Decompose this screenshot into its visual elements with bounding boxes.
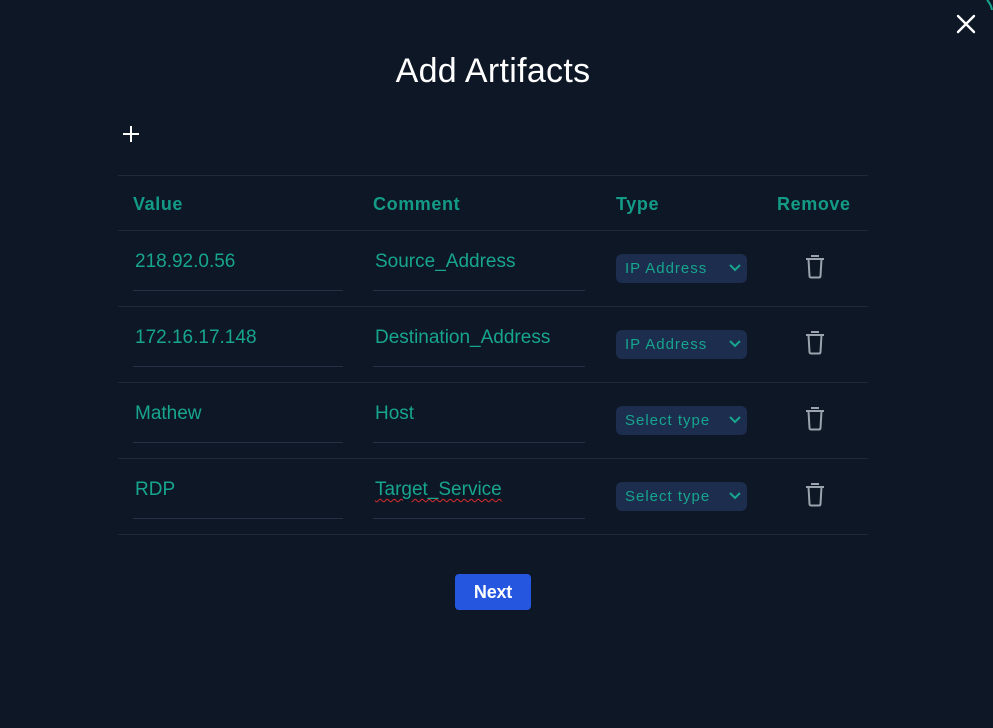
value-input[interactable]: 218.92.0.56 <box>133 231 343 291</box>
type-select-value: Select type <box>625 488 711 505</box>
header-comment: Comment <box>373 194 461 214</box>
chevron-down-icon <box>729 416 741 424</box>
dialog-title: Add Artifacts <box>395 52 591 90</box>
remove-button[interactable] <box>804 481 826 507</box>
value-input[interactable]: RDP <box>133 459 343 519</box>
type-select[interactable]: Select type <box>616 482 747 511</box>
comment-input[interactable]: Source_Address <box>373 231 585 291</box>
plus-icon <box>123 126 139 142</box>
next-button[interactable]: Next <box>455 574 531 610</box>
corner-accent <box>986 0 993 10</box>
trash-icon <box>806 483 824 507</box>
table-row: 172.16.17.148 Destination_Address IP Add… <box>118 307 868 383</box>
comment-input[interactable]: Target_Service <box>373 459 585 519</box>
trash-icon <box>806 407 824 431</box>
trash-icon <box>806 255 824 279</box>
type-select-value: Select type <box>625 412 711 429</box>
remove-button[interactable] <box>804 405 826 431</box>
value-input[interactable]: 172.16.17.148 <box>133 307 343 367</box>
comment-input[interactable]: Destination_Address <box>373 307 585 367</box>
header-type: Type <box>616 194 660 214</box>
type-select[interactable]: Select type <box>616 406 747 435</box>
add-artifact-button[interactable] <box>120 123 142 145</box>
close-button[interactable] <box>953 11 979 37</box>
remove-button[interactable] <box>804 253 826 279</box>
type-select[interactable]: IP Address <box>616 330 747 359</box>
chevron-down-icon <box>729 492 741 500</box>
close-icon <box>956 14 976 34</box>
value-input[interactable]: Mathew <box>133 383 343 443</box>
table-row: 218.92.0.56 Source_Address IP Address <box>118 231 868 307</box>
comment-input[interactable]: Host <box>373 383 585 443</box>
table-header: Value Comment Type Remove <box>118 175 868 231</box>
chevron-down-icon <box>729 264 741 272</box>
artifacts-table: Value Comment Type Remove 218.92.0.56 So… <box>118 175 868 535</box>
remove-button[interactable] <box>804 329 826 355</box>
header-value: Value <box>133 194 184 214</box>
chevron-down-icon <box>729 340 741 348</box>
type-select[interactable]: IP Address <box>616 254 747 283</box>
table-row: RDP Target_Service Select type <box>118 459 868 535</box>
table-row: Mathew Host Select type <box>118 383 868 459</box>
header-remove: Remove <box>777 194 851 214</box>
type-select-value: IP Address <box>625 260 708 277</box>
trash-icon <box>806 331 824 355</box>
type-select-value: IP Address <box>625 336 708 353</box>
